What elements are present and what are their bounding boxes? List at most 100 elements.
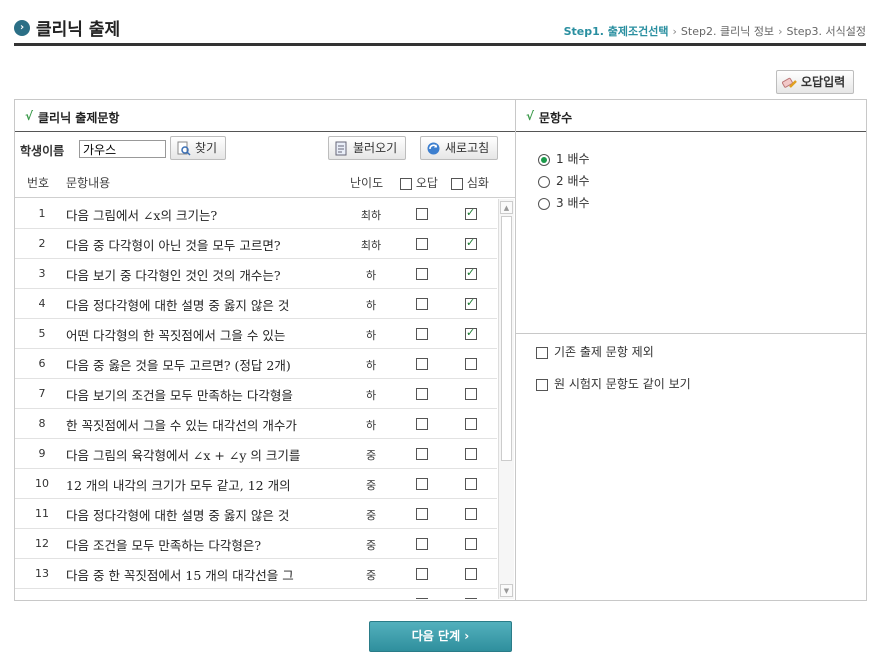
wrong-checkbox[interactable] (416, 568, 428, 580)
table-row[interactable]: 10 12 개의 내각의 크기가 모두 같고, 12 개의 중 (15, 469, 497, 499)
refresh-button[interactable]: 새로고침 (420, 136, 499, 160)
question-text[interactable]: 다음 정다각형에 대한 설명 중 옳지 않은 것 (66, 505, 328, 524)
question-count-panel: √ 문항수 1 배수 2 배수 3 배수 기존 출제 문항 제외 원 시험지 문항도… (515, 99, 867, 601)
question-list: 1 다음 그림에서 ∠x의 크기는? 최하 2 다음 중 다각형이 아닌 것을 모두 고… (15, 199, 497, 599)
page-title: 클리닉 출제 (36, 20, 121, 40)
table-row[interactable]: 9 다음 그림의 육각형에서 ∠x + ∠y 의 크기를 중 (15, 439, 497, 469)
table-row[interactable]: 4 다음 정다각형에 대한 설명 중 옳지 않은 것 하 (15, 289, 497, 319)
radio-button[interactable] (538, 197, 550, 210)
panel-title: 클리닉 출제문항 (38, 111, 120, 125)
wrong-checkbox[interactable] (416, 208, 428, 220)
row-number: 11 (35, 507, 49, 520)
wrong-checkbox[interactable] (416, 298, 428, 310)
deep-checkbox[interactable] (465, 538, 477, 550)
question-text[interactable]: 다음 보기의 조건을 모두 만족하는 다각형을 (66, 385, 328, 404)
wrong-checkbox[interactable] (416, 538, 428, 550)
deep-checkbox[interactable] (465, 598, 477, 599)
question-text[interactable]: 다음 정다각형에 대한 설명 중 옳지 않은 것 (66, 295, 328, 314)
table-row[interactable]: 14다음 중 다각형의 대각선의 총 개수가 틀린중 (15, 589, 497, 599)
search-row: 학생이름 찾기 불러오기 새로고침 (15, 134, 515, 162)
wrong-checkbox[interactable] (416, 508, 428, 520)
deep-checkbox[interactable] (465, 236, 477, 250)
question-text[interactable]: 어떤 다각형의 한 꼭짓점에서 그을 수 있는 (66, 325, 328, 344)
wrong-checkbox[interactable] (416, 478, 428, 490)
deep-checkbox[interactable] (465, 296, 477, 310)
wrong-checkbox[interactable] (416, 268, 428, 280)
difficulty-value: 하 (365, 299, 377, 312)
table-row[interactable]: 1 다음 그림에서 ∠x의 크기는? 최하 (15, 199, 497, 229)
col-number: 번호 (27, 176, 50, 190)
scrollbar[interactable]: ▲ ▼ (498, 199, 514, 599)
chevron-right-icon: › (14, 20, 30, 36)
load-button[interactable]: 불러오기 (328, 136, 407, 160)
table-row[interactable]: 6 다음 중 옳은 것을 모두 고르면? (정답 2개) 하 (15, 349, 497, 379)
question-text[interactable]: 다음 중 다각형이 아닌 것을 모두 고르면? (66, 235, 328, 254)
multiplier-option[interactable]: 3 배수 (538, 194, 590, 211)
question-text[interactable]: 다음 보기 중 다각형인 것인 것의 개수는? (66, 265, 328, 284)
deep-checkbox[interactable] (465, 326, 477, 340)
row-number: 12 (35, 537, 49, 550)
wrong-checkbox[interactable] (416, 598, 428, 599)
wrong-checkbox[interactable] (416, 418, 428, 430)
row-number: 3 (38, 267, 46, 280)
multiplier-option[interactable]: 1 배수 (538, 150, 590, 167)
deep-checkbox[interactable] (465, 508, 477, 520)
question-text[interactable]: 다음 중 다각형의 대각선의 총 개수가 틀린 (66, 595, 328, 599)
multiplier-option[interactable]: 2 배수 (538, 172, 590, 189)
wrong-checkbox[interactable] (416, 388, 428, 400)
col-content: 문항내용 (66, 176, 111, 190)
question-text[interactable]: 다음 그림에서 ∠x의 크기는? (66, 205, 328, 224)
table-row[interactable]: 11 다음 정다각형에 대한 설명 중 옳지 않은 것 중 (15, 499, 497, 529)
panel-title: 문항수 (539, 111, 573, 125)
show-original-option[interactable]: 원 시험지 문항도 같이 보기 (536, 375, 691, 392)
row-number: 14 (15, 597, 69, 599)
question-text[interactable]: 다음 그림의 육각형에서 ∠x + ∠y 의 크기를 (66, 445, 328, 464)
question-text[interactable]: 다음 조건을 모두 만족하는 다각형은? (66, 535, 328, 554)
deep-checkbox[interactable] (465, 568, 477, 580)
table-row[interactable]: 13 다음 중 한 꼭짓점에서 15 개의 대각선을 그 중 (15, 559, 497, 589)
select-all-deep-checkbox[interactable] (451, 177, 463, 190)
question-text[interactable]: 다음 중 한 꼭짓점에서 15 개의 대각선을 그 (66, 565, 328, 584)
table-row[interactable]: 3 다음 보기 중 다각형인 것인 것의 개수는? 하 (15, 259, 497, 289)
table-row[interactable]: 2 다음 중 다각형이 아닌 것을 모두 고르면? 최하 (15, 229, 497, 259)
wrong-checkbox[interactable] (416, 238, 428, 250)
deep-checkbox[interactable] (465, 388, 477, 400)
scroll-thumb[interactable] (501, 216, 512, 461)
difficulty-value: 중 (365, 449, 377, 462)
step-2: Step2. 클리닉 정보 (680, 25, 775, 38)
show-original-checkbox[interactable] (536, 378, 548, 391)
question-text[interactable]: 12 개의 내각의 크기가 모두 같고, 12 개의 (66, 475, 328, 494)
table-row[interactable]: 12 다음 조건을 모두 만족하는 다각형은? 중 (15, 529, 497, 559)
row-number: 4 (38, 297, 46, 310)
scroll-up-arrow-icon[interactable]: ▲ (500, 201, 513, 214)
table-row[interactable]: 7 다음 보기의 조건을 모두 만족하는 다각형을 하 (15, 379, 497, 409)
wrong-answer-input-button[interactable]: 오답입력 (776, 70, 855, 94)
table-header: 번호 문항내용 난이도 오답 심화 (15, 164, 515, 198)
radio-button[interactable] (538, 175, 550, 188)
difficulty-value: 하 (365, 419, 377, 432)
deep-checkbox[interactable] (465, 448, 477, 460)
find-button[interactable]: 찾기 (170, 136, 227, 160)
check-mark-icon: √ (526, 109, 535, 123)
deep-checkbox[interactable] (465, 206, 477, 220)
deep-checkbox[interactable] (465, 358, 477, 370)
table-row[interactable]: 5 어떤 다각형의 한 꼭짓점에서 그을 수 있는 하 (15, 319, 497, 349)
wrong-checkbox[interactable] (416, 448, 428, 460)
row-number: 1 (38, 207, 46, 220)
next-step-button[interactable]: 다음 단계 › (369, 621, 512, 652)
wrong-checkbox[interactable] (416, 358, 428, 370)
question-text[interactable]: 다음 중 옳은 것을 모두 고르면? (정답 2개) (66, 355, 328, 374)
question-text[interactable]: 한 꼭짓점에서 그을 수 있는 대각선의 개수가 (66, 415, 328, 434)
radio-button[interactable] (538, 153, 550, 166)
exclude-existing-checkbox[interactable] (536, 346, 548, 359)
wrong-checkbox[interactable] (416, 328, 428, 340)
select-all-wrong-checkbox[interactable] (400, 177, 412, 190)
table-row[interactable]: 8 한 꼭짓점에서 그을 수 있는 대각선의 개수가 하 (15, 409, 497, 439)
search-document-icon (177, 141, 191, 156)
student-name-input[interactable] (79, 140, 166, 158)
deep-checkbox[interactable] (465, 418, 477, 430)
deep-checkbox[interactable] (465, 478, 477, 490)
deep-checkbox[interactable] (465, 266, 477, 280)
scroll-down-arrow-icon[interactable]: ▼ (500, 584, 513, 597)
exclude-existing-option[interactable]: 기존 출제 문항 제외 (536, 343, 654, 360)
